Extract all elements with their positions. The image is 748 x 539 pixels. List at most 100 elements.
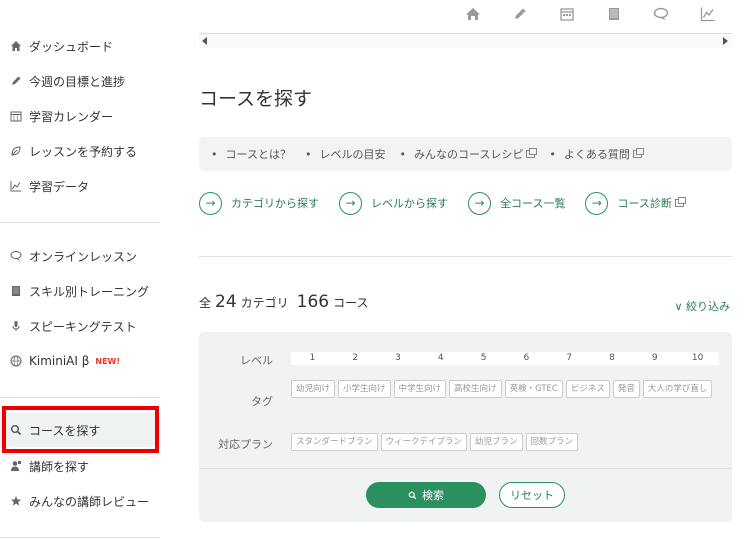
- arrow-right-icon: →: [468, 191, 491, 215]
- narrow-down-toggle[interactable]: ∨ 絞り込み: [674, 298, 730, 314]
- level-option[interactable]: 3: [377, 352, 420, 365]
- level-option[interactable]: 5: [462, 352, 505, 365]
- cta-by-level[interactable]: → レベルから探す: [339, 191, 448, 215]
- tag-list: 幼児向け 小学生向け 中学生向け 高校生向け 英検・GTEC ビジネス 発音 大人の学び直し: [291, 380, 721, 402]
- plan-option[interactable]: 幼児プラン: [470, 433, 523, 451]
- cta-by-category[interactable]: → カテゴリから探す: [199, 191, 319, 215]
- sidebar-divider: [0, 537, 160, 538]
- tag-option[interactable]: 幼児向け: [291, 380, 336, 398]
- star-icon: [10, 495, 22, 507]
- tag-option[interactable]: ビジネス: [565, 380, 610, 398]
- search-icon: [408, 491, 417, 499]
- plan-option[interactable]: 回数プラン: [525, 433, 579, 451]
- sidebar-item-label: スピーキングテスト: [29, 319, 137, 334]
- leaf-icon: [10, 145, 22, 157]
- sidebar-item-find-teacher[interactable]: 講師を探す: [0, 449, 160, 483]
- tag-option[interactable]: 中学生向け: [393, 380, 447, 398]
- chart-icon: [10, 180, 22, 192]
- plan-list: スタンダードプラン ウィークデイプラン 幼児プラン 回数プラン: [291, 433, 581, 455]
- search-method-links: → カテゴリから探す → レベルから探す → 全コース一覧 → コース診断: [199, 191, 704, 215]
- new-badge: NEW!: [95, 356, 121, 366]
- tag-option[interactable]: 小学生向け: [338, 380, 391, 398]
- sidebar-item-label: スキル別トレーニング: [29, 284, 150, 299]
- tag-option[interactable]: 大人の学び直し: [642, 380, 713, 398]
- sidebar-item-goals[interactable]: 今週の目標と進捗: [0, 64, 160, 98]
- tag-label: タグ: [251, 395, 273, 408]
- sidebar-item-label: 学習データ: [29, 179, 90, 194]
- chat-icon[interactable]: [653, 6, 700, 26]
- category-count: 24: [215, 292, 237, 312]
- sidebar-item-teacher-reviews[interactable]: みんなの講師レビュー: [0, 484, 160, 518]
- sidebar-item-skill-training[interactable]: スキル別トレーニング: [0, 274, 160, 308]
- level-label: レベル: [240, 354, 273, 367]
- sidebar-item-reserve[interactable]: レッスンを予約する: [0, 134, 160, 168]
- sidebar-item-data[interactable]: 学習データ: [0, 169, 160, 203]
- calendar-icon[interactable]: [559, 6, 606, 26]
- sidebar-item-label: ダッシュボード: [29, 39, 114, 54]
- level-option[interactable]: 9: [633, 352, 676, 365]
- sidebar-item-speaking-test[interactable]: スピーキングテスト: [0, 309, 160, 343]
- filter-panel: レベル 1 2 3 4 5 6 7 8 9 10 タグ 幼児向け 小学生向け 中学生向け 高校生向け 英検…: [199, 332, 732, 522]
- arrow-right-icon: →: [585, 191, 609, 215]
- link-faq[interactable]: よくある質問: [549, 146, 644, 162]
- info-links-bar: コースとは？ レベルの目安 みんなのコースレシピ よくある質問: [199, 137, 732, 171]
- sidebar-item-label: みんなの講師レビュー: [29, 494, 150, 509]
- chart-icon[interactable]: [700, 6, 747, 26]
- sidebar-divider: [0, 222, 160, 223]
- link-course-recipes[interactable]: みんなのコースレシピ: [399, 146, 538, 162]
- plan-option[interactable]: スタンダードプラン: [291, 433, 378, 451]
- arrow-right-icon: →: [339, 191, 362, 215]
- top-icon-bar: [465, 6, 747, 26]
- highlight-box: [2, 406, 159, 453]
- home-icon: [10, 40, 22, 52]
- chat-icon: [10, 250, 22, 262]
- course-count: 全 24 カテゴリ 166 コース: [199, 292, 369, 312]
- search-button[interactable]: 検索: [366, 482, 486, 508]
- tag-option[interactable]: 高校生向け: [449, 380, 502, 398]
- cta-all-courses[interactable]: → 全コース一覧: [468, 191, 565, 215]
- scroll-left-arrow-icon[interactable]: [202, 37, 207, 45]
- sidebar-item-dashboard[interactable]: ダッシュボード: [0, 29, 160, 63]
- horizontal-scrollbar[interactable]: [199, 33, 732, 48]
- sidebar-item-label: 今週の目標と進捗: [29, 74, 126, 89]
- sidebar-item-label: 講師を探す: [29, 459, 90, 474]
- external-link-icon: [526, 148, 538, 158]
- reset-button[interactable]: リセット: [499, 482, 565, 508]
- link-level-guide[interactable]: レベルの目安: [305, 146, 385, 162]
- sidebar-item-label: KiminiAI β: [29, 354, 90, 368]
- sidebar-item-label: オンラインレッスン: [29, 249, 138, 264]
- arrow-right-icon: →: [199, 191, 222, 215]
- link-what-is-course[interactable]: コースとは？: [211, 146, 291, 162]
- sidebar-item-calendar[interactable]: 学習カレンダー: [0, 99, 160, 133]
- pencil-icon[interactable]: [512, 6, 559, 26]
- sidebar: ダッシュボード 今週の目標と進捗 学習カレンダー レッスンを予約する 学習データ…: [0, 0, 160, 539]
- pencil-icon: [10, 75, 22, 87]
- section-divider: [199, 256, 732, 257]
- external-link-icon: [674, 197, 686, 207]
- calendar-icon: [10, 110, 22, 122]
- sidebar-item-label: 学習カレンダー: [29, 109, 114, 124]
- course-count-number: 166: [296, 292, 330, 312]
- book-icon: [10, 285, 22, 297]
- plan-option[interactable]: ウィークデイプラン: [380, 433, 468, 451]
- external-link-icon: [632, 148, 644, 158]
- filter-divider: [199, 468, 732, 469]
- level-option[interactable]: 7: [548, 352, 591, 365]
- sidebar-item-online-lesson[interactable]: オンラインレッスン: [0, 239, 160, 273]
- teacher-icon: [10, 460, 22, 472]
- chevron-down-icon: ∨: [674, 300, 683, 313]
- tag-option[interactable]: 発音: [612, 380, 640, 398]
- level-option[interactable]: 10: [676, 352, 719, 365]
- level-option[interactable]: 4: [419, 352, 462, 365]
- home-icon[interactable]: [465, 6, 512, 26]
- level-option[interactable]: 8: [591, 352, 634, 365]
- level-option[interactable]: 1: [291, 352, 334, 365]
- scroll-right-arrow-icon[interactable]: [723, 37, 728, 45]
- book-icon[interactable]: [606, 6, 653, 26]
- cta-course-diagnosis[interactable]: → コース診断: [585, 191, 686, 215]
- level-option[interactable]: 2: [334, 352, 377, 365]
- level-option[interactable]: 6: [505, 352, 548, 365]
- tag-option[interactable]: 英検・GTEC: [504, 380, 563, 398]
- globe-icon: [10, 355, 22, 367]
- sidebar-item-kiminiai[interactable]: KiminiAI β NEW!: [0, 344, 160, 378]
